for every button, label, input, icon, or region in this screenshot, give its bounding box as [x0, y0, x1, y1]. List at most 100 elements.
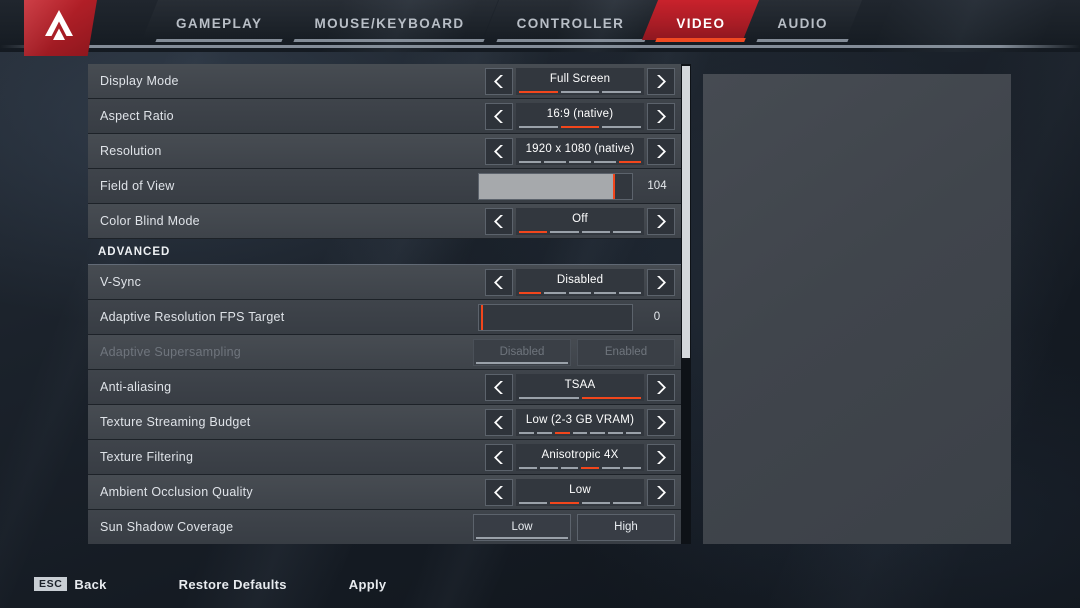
- setting-label: Aspect Ratio: [100, 109, 174, 123]
- segment-tick: [626, 431, 642, 434]
- setting-value: Disabled: [556, 274, 604, 286]
- segment-tick: [608, 431, 624, 434]
- segment-tick: [560, 466, 579, 469]
- section-title: ADVANCED: [98, 245, 171, 258]
- segment-tick: [602, 466, 621, 469]
- segment-tick: [569, 160, 591, 163]
- apply-button[interactable]: Apply: [349, 577, 387, 592]
- chevron-right-icon[interactable]: [647, 137, 675, 165]
- segment-tick: [519, 291, 541, 294]
- chevron-right-icon[interactable]: [647, 408, 675, 436]
- toggle-option-label: Low: [511, 521, 533, 533]
- segment-tick: [544, 291, 566, 294]
- segment-tick: [581, 501, 610, 504]
- setting-control: Anisotropic 4X: [485, 443, 683, 471]
- chevron-right-icon[interactable]: [647, 67, 675, 95]
- chevron-left-icon[interactable]: [485, 137, 513, 165]
- chevron-right-icon[interactable]: [647, 373, 675, 401]
- setting-segment-indicator: [519, 125, 642, 128]
- tab-underline: [155, 39, 284, 42]
- tab-controller[interactable]: CONTROLLER: [482, 0, 659, 46]
- chevron-right-icon[interactable]: [647, 443, 675, 471]
- setting-row-texture-filtering: Texture Filtering Anisotropic 4X: [88, 440, 683, 475]
- chevron-right-icon[interactable]: [647, 268, 675, 296]
- setting-row-texture-streaming-budget: Texture Streaming Budget Low (2-3 GB VRAM…: [88, 405, 683, 440]
- setting-value-box[interactable]: Low: [516, 478, 644, 506]
- setting-row-v-sync: V-Sync Disabled: [88, 265, 683, 300]
- setting-value: Low: [569, 484, 591, 496]
- apex-chevron-icon: [45, 10, 73, 40]
- chevron-left-icon[interactable]: [485, 443, 513, 471]
- chevron-right-icon[interactable]: [647, 478, 675, 506]
- setting-value-box[interactable]: 16:9 (native): [516, 102, 644, 130]
- chevron-left-icon[interactable]: [485, 102, 513, 130]
- back-button[interactable]: ESC Back: [34, 577, 107, 592]
- chevron-left-icon[interactable]: [485, 67, 513, 95]
- tab-gameplay[interactable]: GAMEPLAY: [141, 0, 297, 46]
- setting-label: Color Blind Mode: [100, 214, 200, 228]
- chevron-left-icon[interactable]: [485, 207, 513, 235]
- toggle-option-high[interactable]: High: [577, 513, 675, 541]
- setting-control: Low (2-3 GB VRAM): [485, 408, 683, 436]
- setting-value-box[interactable]: Low (2-3 GB VRAM): [516, 408, 644, 436]
- setting-value-box[interactable]: TSAA: [516, 373, 644, 401]
- setting-slider[interactable]: [478, 172, 633, 200]
- chevron-right-icon[interactable]: [647, 207, 675, 235]
- setting-row-sun-shadow-coverage: Sun Shadow Coverage Low High: [88, 510, 683, 544]
- setting-row-field-of-view: Field of View 104: [88, 169, 683, 204]
- chevron-left-icon[interactable]: [485, 408, 513, 436]
- segment-tick: [519, 125, 558, 128]
- toggle-option-label: High: [614, 521, 638, 533]
- setting-value-box[interactable]: Off: [516, 207, 644, 235]
- toggle-option-label: Enabled: [604, 346, 648, 358]
- setting-label: Adaptive Supersampling: [100, 345, 241, 359]
- toggle-option-low[interactable]: Low: [473, 513, 571, 541]
- setting-value-box[interactable]: Disabled: [516, 268, 644, 296]
- chevron-left-icon[interactable]: [485, 478, 513, 506]
- settings-scrollbar-thumb[interactable]: [682, 66, 690, 358]
- toggle-option-enabled: Enabled: [577, 338, 675, 366]
- footer-action-bar: ESC Back Restore Defaults Apply: [0, 560, 1080, 608]
- tab-underline: [655, 38, 747, 42]
- segment-tick: [572, 431, 588, 434]
- segment-tick: [581, 396, 641, 399]
- segment-tick: [602, 90, 642, 93]
- setting-row-resolution: Resolution 1920 x 1080 (native): [88, 134, 683, 169]
- setting-value-box[interactable]: Full Screen: [516, 67, 644, 95]
- setting-row-adaptive-resolution-fps-target: Adaptive Resolution FPS Target 0: [88, 300, 683, 335]
- slider-handle[interactable]: [481, 304, 483, 330]
- settings-scrollbar-track[interactable]: [681, 64, 691, 544]
- chevron-right-icon[interactable]: [647, 102, 675, 130]
- setting-control: TSAA: [485, 373, 683, 401]
- setting-slider[interactable]: [478, 303, 633, 331]
- setting-row-adaptive-supersampling: Adaptive Supersampling Disabled Enabled: [88, 335, 683, 370]
- segment-tick: [550, 501, 579, 504]
- setting-control: Disabled: [485, 268, 683, 296]
- setting-segment-indicator: [519, 160, 641, 163]
- tab-audio[interactable]: AUDIO: [743, 0, 862, 46]
- toggle-option-disabled: Disabled: [473, 338, 571, 366]
- settings-preview-panel: [703, 74, 1011, 544]
- tab-label: GAMEPLAY: [176, 15, 263, 31]
- segment-tick: [602, 125, 642, 128]
- setting-row-aspect-ratio: Aspect Ratio 16:9 (native): [88, 99, 683, 134]
- segment-tick: [569, 291, 591, 294]
- setting-value-box[interactable]: Anisotropic 4X: [516, 443, 644, 471]
- setting-value: 16:9 (native): [546, 108, 614, 120]
- segment-tick: [612, 501, 641, 504]
- restore-defaults-button[interactable]: Restore Defaults: [179, 577, 287, 592]
- chevron-left-icon[interactable]: [485, 268, 513, 296]
- tab-mouse-keyboard[interactable]: MOUSE/KEYBOARD: [280, 0, 499, 46]
- tab-label: VIDEO: [676, 15, 726, 31]
- segment-tick: [519, 396, 579, 399]
- chevron-left-icon[interactable]: [485, 373, 513, 401]
- setting-value: Low (2-3 GB VRAM): [525, 414, 635, 426]
- segment-tick: [560, 125, 600, 128]
- tab-underline: [495, 39, 645, 42]
- segment-tick: [544, 160, 566, 163]
- segment-tick: [594, 160, 616, 163]
- setting-value-box[interactable]: 1920 x 1080 (native): [516, 137, 644, 165]
- slider-handle[interactable]: [612, 173, 615, 199]
- tab-video[interactable]: VIDEO: [642, 0, 760, 46]
- segment-tick: [536, 431, 552, 434]
